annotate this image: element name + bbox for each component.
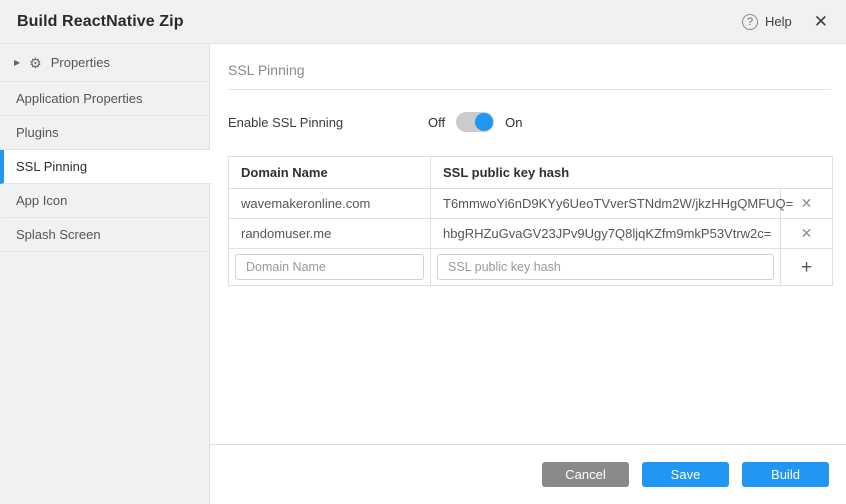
- hash-cell: hbgRHZuGvaGV23JPv9Ugy7Q8ljqKZfm9mkP53Vtr…: [431, 219, 781, 249]
- delete-row-cell: ✕: [781, 219, 833, 249]
- domain-name-header: Domain Name: [229, 157, 431, 189]
- help-icon[interactable]: ?: [742, 14, 758, 30]
- sidebar-item-label: SSL Pinning: [16, 159, 87, 174]
- help-label[interactable]: Help: [765, 14, 792, 29]
- ssl-pinning-table: Domain Name SSL public key hash wavemake…: [228, 156, 833, 286]
- domain-cell: randomuser.me: [229, 219, 431, 249]
- table-header-row: Domain Name SSL public key hash: [229, 157, 833, 189]
- new-entry-row: +: [229, 249, 833, 286]
- close-icon[interactable]: ✕: [814, 13, 828, 30]
- ssl-pinning-toggle-group: Off On: [428, 112, 522, 132]
- sidebar: ▶ ⚙ Properties Application Properties Pl…: [0, 44, 210, 504]
- ssl-key-hash-input[interactable]: [437, 254, 774, 280]
- gear-icon: ⚙: [29, 56, 42, 70]
- dialog-footer: Cancel Save Build: [210, 444, 846, 504]
- table-row: wavemakeronline.com T6mmwoYi6nD9KYy6UeoT…: [229, 189, 833, 219]
- delete-row-icon[interactable]: ✕: [801, 225, 813, 242]
- ssl-key-hash-header: SSL public key hash: [431, 157, 781, 189]
- sidebar-item-ssl-pinning[interactable]: SSL Pinning: [0, 150, 211, 184]
- new-hash-cell: [431, 249, 781, 286]
- actions-header: [781, 157, 833, 189]
- section-title: SSL Pinning: [228, 62, 831, 90]
- table-row: randomuser.me hbgRHZuGvaGV23JPv9Ugy7Q8lj…: [229, 219, 833, 249]
- dialog-title: Build ReactNative Zip: [17, 13, 184, 31]
- add-row-icon[interactable]: +: [801, 258, 812, 277]
- sidebar-item-application-properties[interactable]: Application Properties: [0, 82, 209, 116]
- add-row-cell: +: [781, 249, 833, 286]
- new-domain-cell: [229, 249, 431, 286]
- build-button[interactable]: Build: [742, 462, 829, 487]
- toggle-on-label: On: [505, 115, 522, 130]
- chevron-right-icon[interactable]: ▶: [14, 58, 20, 67]
- hash-cell: T6mmwoYi6nD9KYy6UeoTVverSTNdm2W/jkzHHgQM…: [431, 189, 781, 219]
- sidebar-item-plugins[interactable]: Plugins: [0, 116, 209, 150]
- ssl-pinning-toggle[interactable]: [456, 112, 494, 132]
- toggle-off-label: Off: [428, 115, 445, 130]
- save-button[interactable]: Save: [642, 462, 729, 487]
- sidebar-item-app-icon[interactable]: App Icon: [0, 184, 209, 218]
- sidebar-item-label: App Icon: [16, 193, 67, 208]
- help-button[interactable]: ? Help: [742, 14, 792, 30]
- sidebar-item-properties[interactable]: ▶ ⚙ Properties: [0, 44, 209, 82]
- header-controls: ? Help ✕: [742, 13, 828, 30]
- enable-ssl-pinning-label: Enable SSL Pinning: [228, 115, 428, 130]
- dialog-body: ▶ ⚙ Properties Application Properties Pl…: [0, 44, 846, 504]
- build-reactnative-zip-dialog: Build ReactNative Zip ? Help ✕ ▶ ⚙ Prope…: [0, 0, 846, 504]
- main-panel: SSL Pinning Enable SSL Pinning Off On: [210, 44, 846, 504]
- sidebar-item-label: Splash Screen: [16, 227, 101, 242]
- ssl-pinning-content: SSL Pinning Enable SSL Pinning Off On: [210, 44, 846, 444]
- delete-row-icon[interactable]: ✕: [801, 195, 813, 212]
- sidebar-item-label: Properties: [51, 55, 110, 70]
- sidebar-item-splash-screen[interactable]: Splash Screen: [0, 218, 209, 252]
- enable-ssl-pinning-row: Enable SSL Pinning Off On: [228, 112, 831, 132]
- toggle-knob: [475, 113, 493, 131]
- sidebar-item-label: Application Properties: [16, 91, 142, 106]
- domain-cell: wavemakeronline.com: [229, 189, 431, 219]
- sidebar-item-label: Plugins: [16, 125, 59, 140]
- domain-name-input[interactable]: [235, 254, 424, 280]
- dialog-header: Build ReactNative Zip ? Help ✕: [0, 0, 846, 44]
- cancel-button[interactable]: Cancel: [542, 462, 629, 487]
